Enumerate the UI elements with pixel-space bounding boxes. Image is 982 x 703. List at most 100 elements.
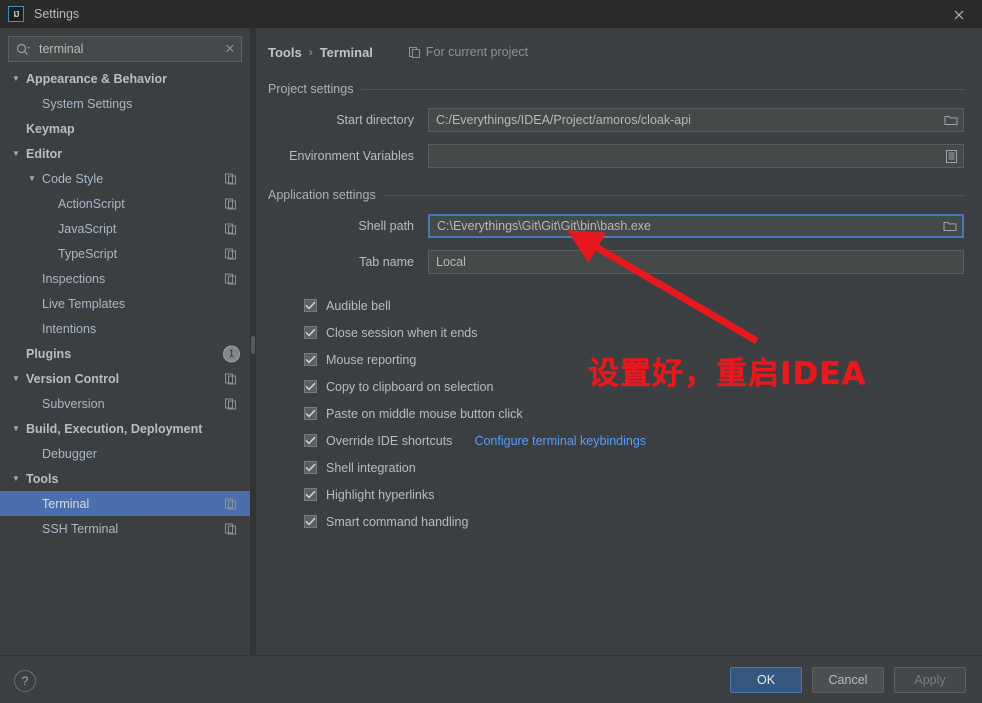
breadcrumb-parent[interactable]: Tools: [268, 45, 302, 60]
chevron-down-icon[interactable]: ▼: [10, 424, 22, 433]
sidebar-item-label: JavaScript: [58, 221, 117, 236]
chevron-down-icon[interactable]: ▼: [26, 174, 38, 183]
sidebar-item-appearance-behavior[interactable]: ▼ Appearance & Behavior: [0, 66, 250, 91]
checkbox-label[interactable]: Close session when it ends: [326, 326, 477, 340]
project-settings-group: Project settings Start directory C:/Ever…: [268, 82, 964, 168]
project-scope-icon: [225, 398, 236, 409]
checkbox-override-ide-shortcuts[interactable]: [304, 434, 317, 447]
checkbox-smart-command-handling[interactable]: [304, 515, 317, 528]
sidebar-item-ssh-terminal[interactable]: SSH Terminal: [0, 516, 250, 541]
sidebar-item-javascript[interactable]: JavaScript: [0, 216, 250, 241]
project-scope-icon: [225, 373, 236, 384]
checkbox-label[interactable]: Mouse reporting: [326, 353, 416, 367]
help-icon[interactable]: ?: [14, 670, 36, 692]
sidebar-item-label: ActionScript: [58, 196, 125, 211]
plugins-update-badge: 1: [223, 345, 240, 362]
option-row: Paste on middle mouse button click: [304, 400, 964, 427]
checkbox-label[interactable]: Override IDE shortcuts: [326, 434, 452, 448]
checkbox-copy-to-clipboard-on-selection[interactable]: [304, 380, 317, 393]
sidebar-item-tools[interactable]: ▼ Tools: [0, 466, 250, 491]
checkbox-paste-on-middle-mouse-button-click[interactable]: [304, 407, 317, 420]
sidebar-item-label: Debugger: [42, 446, 97, 461]
sidebar-item-typescript[interactable]: TypeScript: [0, 241, 250, 266]
sidebar-item-live-templates[interactable]: Live Templates: [0, 291, 250, 316]
environment-variables-field[interactable]: [428, 144, 964, 168]
checkbox-label[interactable]: Shell integration: [326, 461, 416, 475]
list-edit-icon[interactable]: [944, 149, 958, 163]
sidebar-item-debugger[interactable]: Debugger: [0, 441, 250, 466]
sidebar-item-actionscript[interactable]: ActionScript: [0, 191, 250, 216]
cancel-button[interactable]: Cancel: [812, 667, 884, 693]
shell-path-field[interactable]: C:\Everythings\Git\Git\Git\bin\bash.exe: [428, 214, 964, 238]
sidebar-item-label: Tools: [26, 471, 59, 486]
sidebar-item-label: Terminal: [42, 496, 90, 511]
option-row: Audible bell: [304, 292, 964, 319]
checkbox-label[interactable]: Audible bell: [326, 299, 391, 313]
checkbox-label[interactable]: Copy to clipboard on selection: [326, 380, 493, 394]
breadcrumb: Tools › Terminal For current project: [268, 42, 964, 62]
tab-name-field[interactable]: Local: [428, 250, 964, 274]
sidebar-item-label: Plugins: [26, 346, 72, 361]
chevron-down-icon[interactable]: ▼: [10, 474, 22, 483]
sidebar-item-keymap[interactable]: Keymap: [0, 116, 250, 141]
folder-icon[interactable]: [944, 113, 958, 127]
shell-path-label: Shell path: [358, 219, 414, 233]
settings-tree: ▼ Appearance & Behavior System Settings Key…: [0, 66, 250, 541]
project-scope-icon: [225, 273, 236, 284]
clear-icon[interactable]: ✕: [219, 41, 241, 57]
shell-path-row: Shell path C:\Everythings\Git\Git\Git\bi…: [268, 214, 964, 238]
checkbox-audible-bell[interactable]: [304, 299, 317, 312]
splitter-grip[interactable]: [251, 336, 255, 354]
checkbox-highlight-hyperlinks[interactable]: [304, 488, 317, 501]
sidebar-item-system-settings[interactable]: System Settings: [0, 91, 250, 116]
sidebar-item-inspections[interactable]: Inspections: [0, 266, 250, 291]
sidebar-item-label: Appearance & Behavior: [26, 71, 168, 86]
checkbox-label[interactable]: Paste on middle mouse button click: [326, 407, 523, 421]
settings-sidebar: terminal ✕ ▼ Appearance & Behavior System …: [0, 28, 250, 655]
sidebar-item-version-control[interactable]: ▼ Version Control: [0, 366, 250, 391]
dialog-footer: ? OK Cancel Apply: [0, 655, 982, 703]
chevron-down-icon[interactable]: ▼: [10, 374, 22, 383]
checkbox-mouse-reporting[interactable]: [304, 353, 317, 366]
sidebar-item-intentions[interactable]: Intentions: [0, 316, 250, 341]
scope-note-label: For current project: [425, 45, 529, 59]
checkbox-shell-integration[interactable]: [304, 461, 317, 474]
option-row: Shell integration: [304, 454, 964, 481]
title-bar: IJ Settings: [0, 0, 982, 28]
ok-button[interactable]: OK: [730, 667, 802, 693]
dialog-buttons: OK Cancel Apply: [730, 667, 966, 693]
checkbox-label[interactable]: Highlight hyperlinks: [326, 488, 434, 502]
apply-button[interactable]: Apply: [894, 667, 966, 693]
sidebar-item-label: TypeScript: [58, 246, 118, 261]
sidebar-item-terminal[interactable]: Terminal: [0, 491, 250, 516]
chevron-down-icon[interactable]: ▼: [10, 149, 22, 158]
settings-content: Tools › Terminal For current project Pro…: [256, 28, 982, 655]
shell-path-value: C:\Everythings\Git\Git\Git\bin\bash.exe: [437, 219, 651, 233]
sidebar-item-subversion[interactable]: Subversion: [0, 391, 250, 416]
project-scope-icon: [225, 523, 236, 534]
folder-icon[interactable]: [943, 219, 957, 233]
sidebar-item-build-execution-deployment[interactable]: ▼ Build, Execution, Deployment: [0, 416, 250, 441]
sidebar-item-code-style[interactable]: ▼ Code Style: [0, 166, 250, 191]
sidebar-item-plugins[interactable]: Plugins 1: [0, 341, 250, 366]
project-scope-icon: [408, 46, 420, 58]
sidebar-item-label: Intentions: [42, 321, 97, 336]
project-settings-title: Project settings: [268, 82, 354, 96]
checkbox-close-session-when-it-ends[interactable]: [304, 326, 317, 339]
configure-terminal-keybindings-link[interactable]: Configure terminal keybindings: [474, 434, 646, 448]
close-icon[interactable]: [950, 6, 968, 24]
application-settings-header: Application settings: [268, 188, 964, 202]
annotation-text: 设置好，重启IDEA: [588, 356, 867, 392]
sidebar-item-editor[interactable]: ▼ Editor: [0, 141, 250, 166]
scope-note: For current project: [408, 45, 529, 59]
project-scope-icon: [225, 498, 236, 509]
project-scope-icon: [225, 248, 236, 259]
start-directory-label: Start directory: [336, 113, 414, 127]
checkbox-label[interactable]: Smart command handling: [326, 515, 468, 529]
tab-name-label: Tab name: [359, 255, 414, 269]
tab-name-value: Local: [436, 255, 466, 269]
option-row: Close session when it ends: [304, 319, 964, 346]
search-input[interactable]: terminal ✕: [8, 36, 242, 62]
chevron-down-icon[interactable]: ▼: [10, 74, 22, 83]
start-directory-field[interactable]: C:/Everythings/IDEA/Project/amoros/cloak…: [428, 108, 964, 132]
